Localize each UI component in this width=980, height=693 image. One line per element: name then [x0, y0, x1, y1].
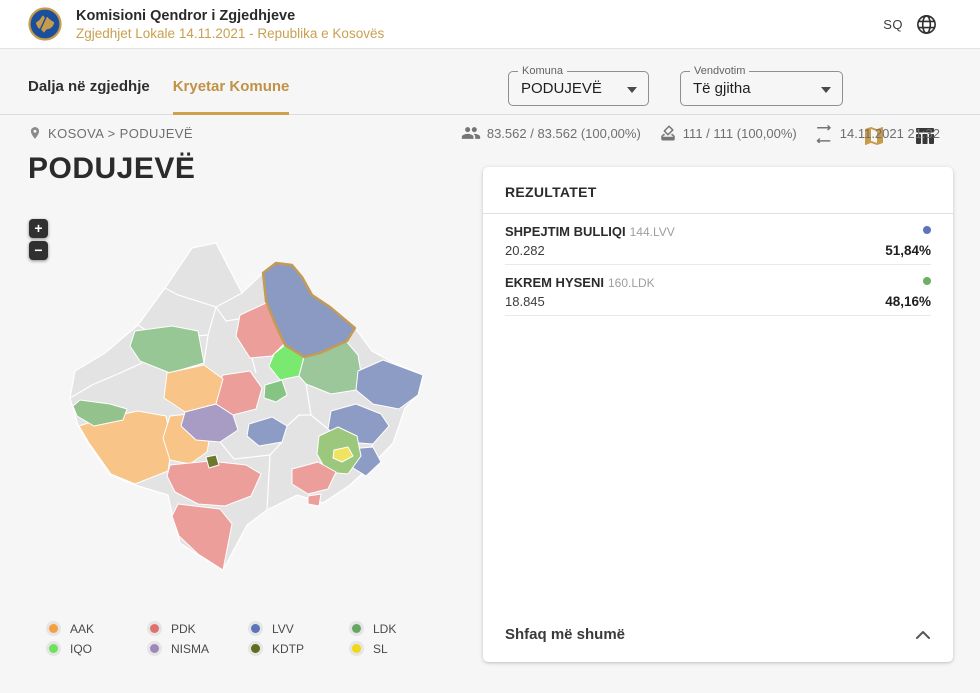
legend-dot-ring [349, 621, 364, 636]
map-region-mamushe[interactable] [205, 454, 220, 469]
party-color-dot [49, 644, 58, 653]
party-color-dot [150, 644, 159, 653]
candidate-name: EKREM HYSENI 160.LDK [505, 275, 655, 290]
candidate-percentage: 51,84% [885, 243, 931, 258]
candidate-percentage: 48,16% [885, 294, 931, 309]
party-color-dot [251, 624, 260, 633]
stat-updated: 14.11.2021 21:32 [815, 124, 940, 143]
app-header: Komisioni Qendror i Zgjedhjeve Zgjedhjet… [0, 0, 980, 49]
candidate-row: EKREM HYSENI 160.LDK 18.845 48,16% [505, 265, 931, 316]
zoom-out-button[interactable]: − [29, 241, 48, 260]
party-color-dot [251, 644, 260, 653]
info-bar: KOSOVA > PODUJEVË 83.562 / 83.562 (100,0… [0, 116, 980, 150]
candidate-number: 144.LVV [629, 225, 675, 239]
legend-item-aak: AAK [46, 621, 147, 636]
vendvotim-select[interactable]: Vendvotim Të gjitha [680, 65, 843, 106]
legend-dot-ring [349, 641, 364, 656]
party-color-dot [352, 624, 361, 633]
location-pin-icon [30, 127, 40, 139]
language-code[interactable]: SQ [883, 17, 903, 32]
breadcrumb-text: KOSOVA > PODUJEVË [48, 125, 193, 141]
results-title: REZULTATET [483, 167, 953, 214]
legend-dot-ring [147, 621, 162, 636]
sync-icon [816, 124, 831, 143]
party-legend: AAK PDK LVV LDK IQO NISMA KDTP SL [46, 621, 450, 656]
legend-item-nisma: NISMA [147, 641, 248, 656]
party-color-dot [923, 226, 931, 234]
candidate-number: 160.LDK [607, 276, 655, 290]
party-color-dot [49, 624, 58, 633]
vendvotim-select-label: Vendvotim [690, 65, 750, 77]
zoom-in-button[interactable]: + [29, 219, 48, 238]
chevron-up-icon[interactable] [915, 630, 931, 640]
legend-dot-ring [46, 621, 61, 636]
vendvotim-select-value: Të gjitha [693, 80, 751, 97]
stat-voters: 83.562 / 83.562 (100,00%) [461, 123, 641, 143]
chevron-down-icon [627, 87, 637, 93]
kqz-logo [28, 7, 62, 41]
candidate-name: SHPEJTIM BULLIQI 144.LVV [505, 224, 675, 239]
app-title: Komisioni Qendror i Zgjedhjeve [76, 7, 296, 24]
legend-dot-ring [248, 621, 263, 636]
stat-stations: 111 / 111 (100,00%) [659, 124, 797, 142]
kosovo-map[interactable] [20, 203, 465, 608]
legend-item-pdk: PDK [147, 621, 248, 636]
app-subtitle: Zgjedhjet Lokale 14.11.2021 - Republika … [76, 25, 385, 41]
legend-item-kdtp: KDTP [248, 641, 349, 656]
legend-item-lvv: LVV [248, 621, 349, 636]
candidate-votes: 20.282 [505, 243, 545, 258]
chevron-down-icon [821, 87, 831, 93]
legend-item-ldk: LDK [349, 621, 450, 636]
stats-group: 83.562 / 83.562 (100,00%) 111 / 111 (100… [461, 123, 940, 143]
toolbar: Dalja në zgjedhje Kryetar Komune Komuna … [0, 50, 980, 145]
candidate-list: SHPEJTIM BULLIQI 144.LVV 20.282 51,84% EK… [483, 214, 953, 316]
tab-dalja-ne-zgjedhje[interactable]: Dalja në zgjedhje [28, 78, 150, 115]
stat-updated-value: 14.11.2021 21:32 [839, 125, 940, 141]
page-title: PODUJEVË [28, 152, 196, 185]
tab-kryetar-komune[interactable]: Kryetar Komune [172, 78, 290, 115]
group-icon [461, 127, 481, 139]
tab-bar: Dalja në zgjedhje Kryetar Komune [28, 78, 290, 115]
map-region-hani-i-elezit[interactable] [307, 493, 322, 507]
show-more-button[interactable]: Shfaq më shumë [483, 609, 953, 662]
candidate-row: SHPEJTIM BULLIQI 144.LVV 20.282 51,84% [505, 214, 931, 265]
map-region-dragash[interactable] [171, 503, 233, 571]
map-panel: + − [20, 203, 465, 608]
legend-item-iqo: IQO [46, 641, 147, 656]
globe-icon[interactable] [915, 13, 938, 36]
komuna-select-value: PODUJEVË [521, 80, 602, 97]
party-color-dot [150, 624, 159, 633]
legend-dot-ring [248, 641, 263, 656]
legend-dot-ring [147, 641, 162, 656]
breadcrumb: KOSOVA > PODUJEVË [28, 126, 193, 141]
komuna-select-label: Komuna [518, 65, 567, 77]
legend-dot-ring [46, 641, 61, 656]
party-color-dot [923, 277, 931, 285]
stat-stations-value: 111 / 111 (100,00%) [682, 125, 797, 141]
ballot-icon [661, 125, 675, 141]
results-card: REZULTATET SHPEJTIM BULLIQI 144.LVV 20.28… [483, 167, 953, 662]
legend-item-sl: SL [349, 641, 450, 656]
candidate-votes: 18.845 [505, 294, 545, 309]
komuna-select[interactable]: Komuna PODUJEVË [508, 65, 649, 106]
stat-voters-value: 83.562 / 83.562 (100,00%) [486, 125, 641, 141]
party-color-dot [352, 644, 361, 653]
